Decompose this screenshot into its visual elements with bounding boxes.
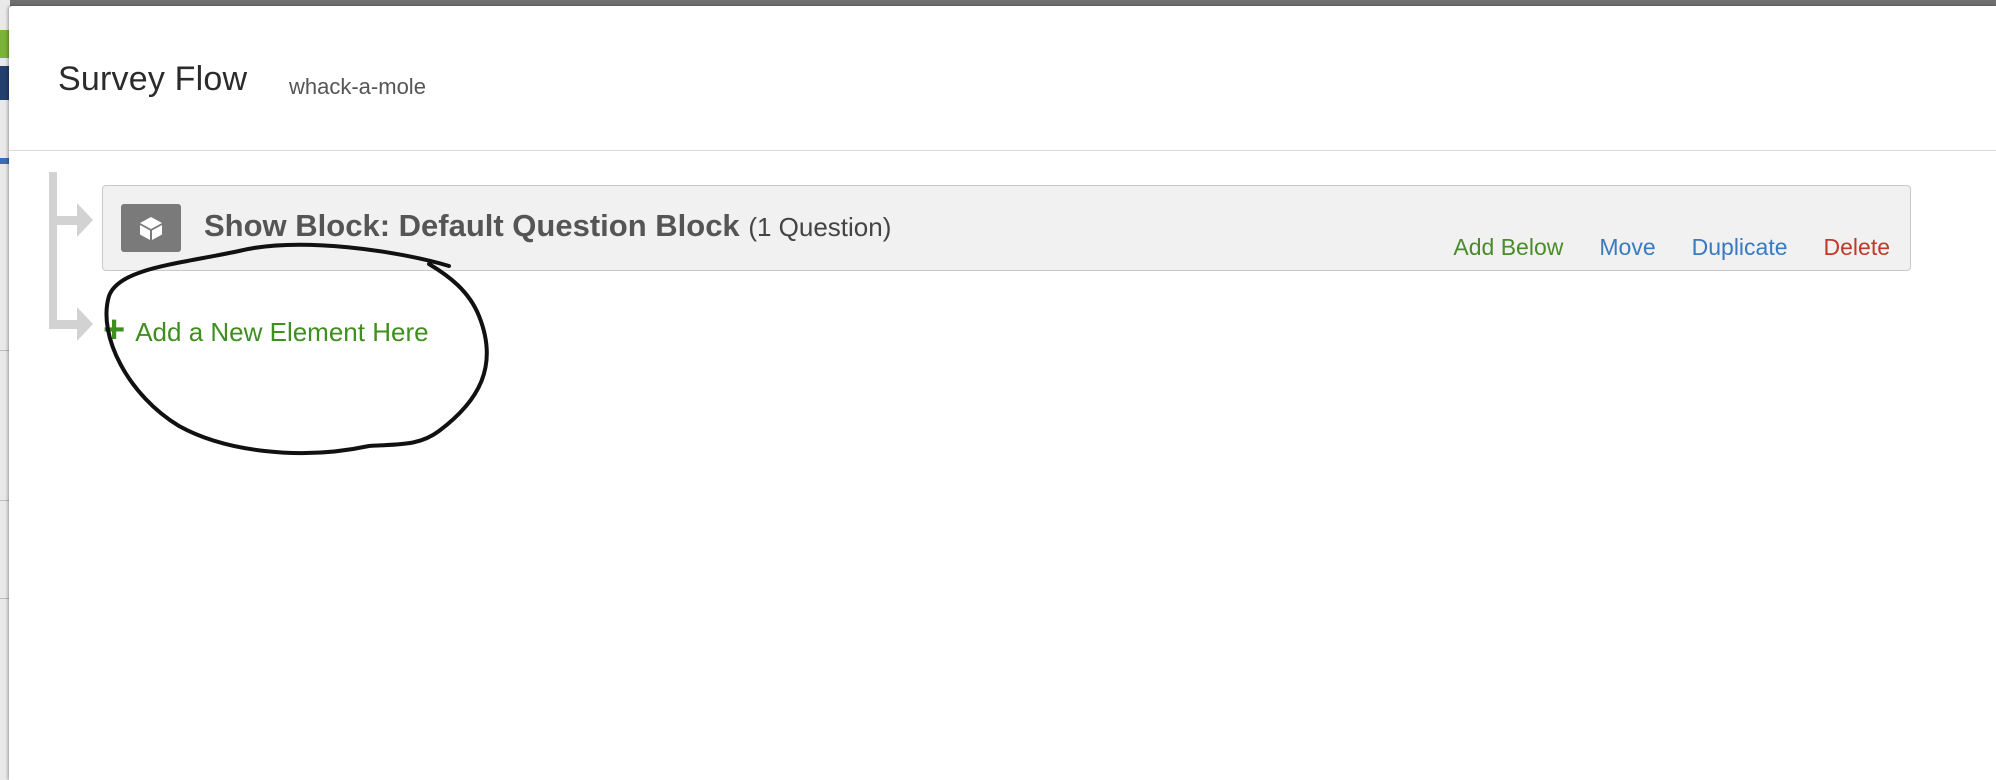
move-link[interactable]: Move [1599,234,1655,261]
plus-icon: + [103,309,126,351]
flow-connector-line [49,172,57,329]
flow-connector-branch [49,320,79,329]
duplicate-link[interactable]: Duplicate [1692,234,1788,261]
flow-arrow-icon [77,307,93,341]
cube-icon [121,204,181,252]
dialog-header: Survey Flow whack-a-mole [9,6,1996,151]
block-actions: Add Below Move Duplicate Delete [1453,234,1890,261]
page-title: Survey Flow [58,60,248,98]
flow-arrow-icon [77,203,93,237]
add-below-link[interactable]: Add Below [1453,234,1563,261]
flow-block[interactable]: Show Block: Default Question Block (1 Qu… [102,185,1911,271]
block-title[interactable]: Show Block: Default Question Block (1 Qu… [204,208,891,244]
survey-name: whack-a-mole [289,74,426,99]
add-new-element-label: Add a New Element Here [135,316,429,347]
delete-link[interactable]: Delete [1824,234,1890,261]
block-question-count: (1 Question) [748,212,892,242]
add-new-element-link[interactable]: + Add a New Element Here [103,311,429,349]
flow-connector-branch [49,216,79,225]
block-title-text: Show Block: Default Question Block [204,208,740,243]
survey-flow-dialog: Survey Flow whack-a-mole Show Block: Def… [9,6,1996,780]
